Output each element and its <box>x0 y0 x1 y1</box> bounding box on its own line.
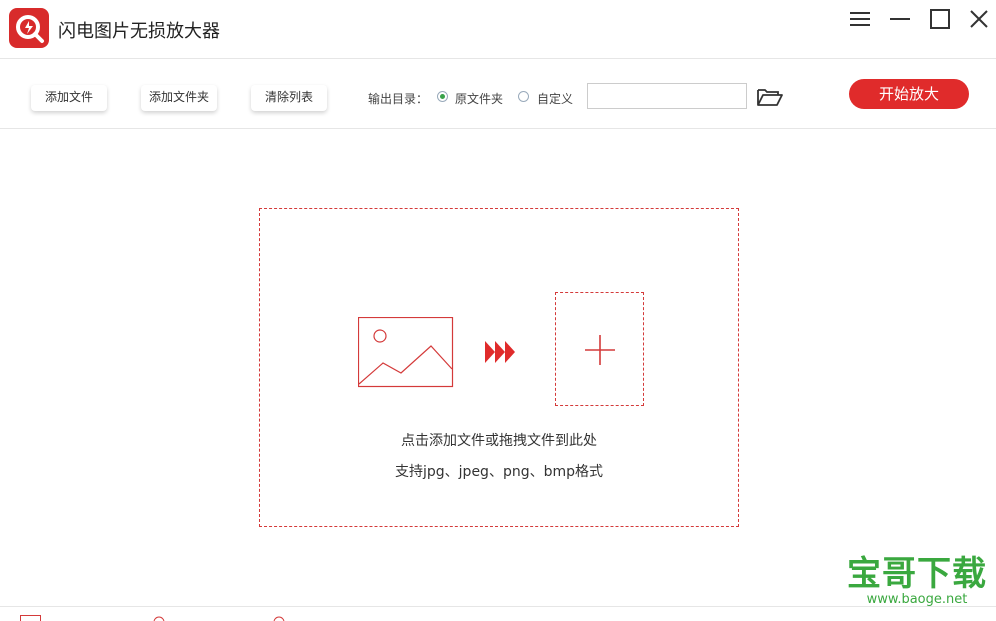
clear-list-button[interactable]: 清除列表 <box>251 85 327 111</box>
output-path-input[interactable] <box>587 83 747 109</box>
watermark-url: www.baoge.net <box>842 593 992 607</box>
radio-original-folder[interactable] <box>437 91 448 102</box>
start-enlarge-button[interactable]: 开始放大 <box>849 79 969 109</box>
status-circle-icon-2 <box>272 615 286 621</box>
radio-custom-label[interactable]: 自定义 <box>537 90 573 107</box>
file-drop-zone[interactable]: 点击添加文件或拖拽文件到此处 支持jpg、jpeg、png、bmp格式 <box>259 208 739 527</box>
watermark: 宝哥下载 www.baoge.net <box>842 555 992 607</box>
status-circle-icon <box>152 615 166 621</box>
triple-arrow-icon <box>485 341 517 363</box>
close-icon[interactable] <box>967 8 991 30</box>
list-icon <box>20 615 42 621</box>
app-logo-icon <box>9 8 49 48</box>
menu-icon[interactable] <box>848 8 872 30</box>
toolbar-divider <box>0 128 996 129</box>
add-file-button[interactable]: 添加文件 <box>31 85 107 111</box>
toolbar: 添加文件 添加文件夹 清除列表 输出目录： 原文件夹 自定义 开始放大 <box>0 59 996 128</box>
output-dir-label: 输出目录： <box>368 90 428 107</box>
supported-formats-text: 支持jpg、jpeg、png、bmp格式 <box>260 461 738 481</box>
radio-original-folder-label[interactable]: 原文件夹 <box>455 90 503 107</box>
folder-open-icon[interactable] <box>756 86 784 108</box>
add-file-target[interactable] <box>555 292 644 406</box>
maximize-icon[interactable] <box>928 8 952 30</box>
watermark-text: 宝哥下载 <box>842 555 992 593</box>
add-folder-button[interactable]: 添加文件夹 <box>141 85 217 111</box>
minimize-icon[interactable] <box>888 8 912 30</box>
title-bar: 闪电图片无损放大器 <box>0 0 996 58</box>
drop-hint-text: 点击添加文件或拖拽文件到此处 <box>260 430 738 450</box>
status-bar <box>0 607 996 619</box>
app-title: 闪电图片无损放大器 <box>58 17 220 43</box>
plus-icon <box>585 335 615 365</box>
image-placeholder-icon <box>358 317 454 388</box>
radio-custom[interactable] <box>518 91 529 102</box>
